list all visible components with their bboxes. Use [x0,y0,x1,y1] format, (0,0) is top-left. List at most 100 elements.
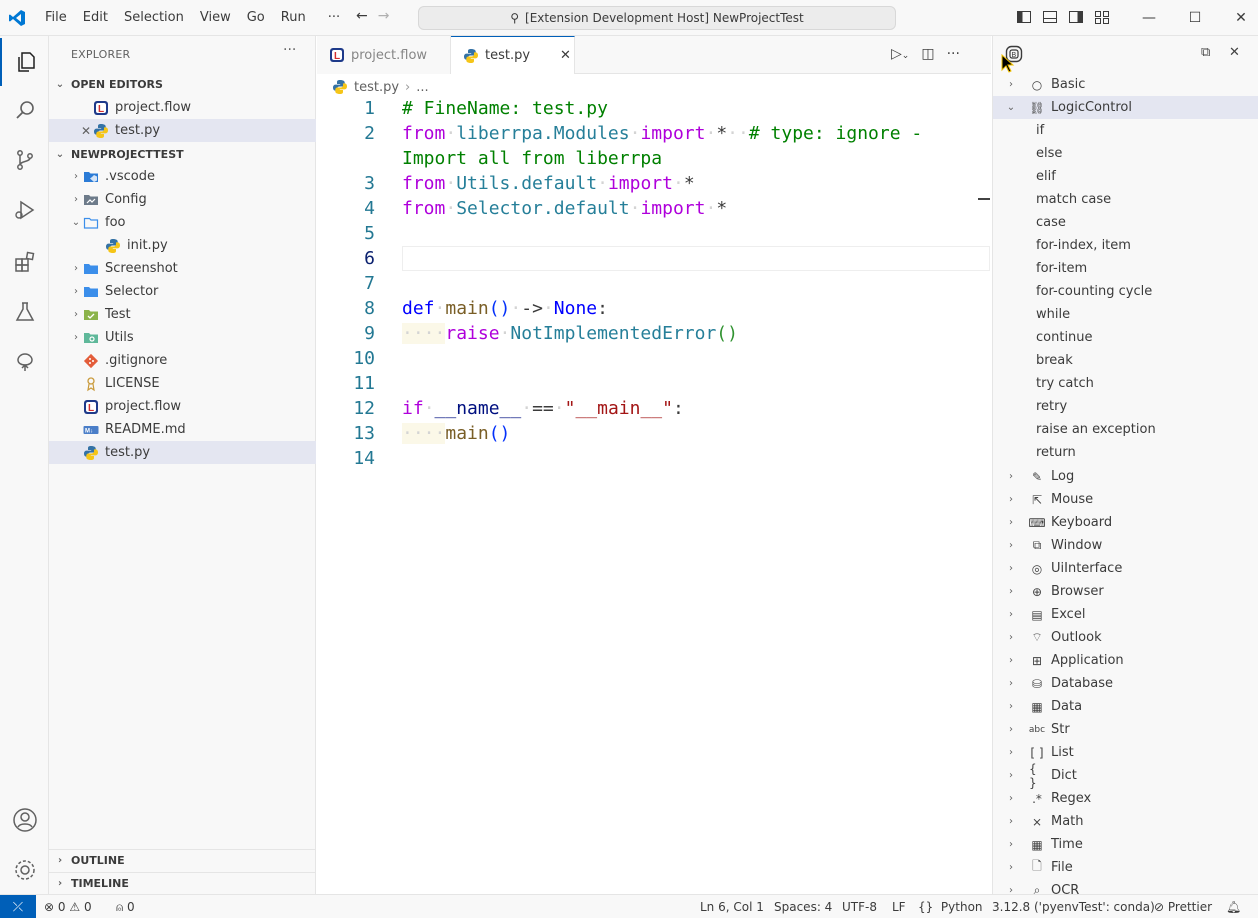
category-logiccontrol[interactable]: ⌄ ⛓ LogicControl [993,96,1258,119]
outline-header[interactable]: › OUTLINE [49,849,316,871]
toggle-secondary-sidebar-icon[interactable] [1068,9,1084,25]
encoding[interactable]: UTF-8 [842,895,877,918]
menu-selection[interactable]: Selection [116,0,192,36]
breadcrumb-symbol[interactable]: ... [416,80,428,95]
remote-indicator-icon[interactable]: ⤫ [0,895,36,918]
explorer-item[interactable]: › Screenshot [49,257,316,280]
restore-panel-icon[interactable]: ⧉ [1201,45,1210,60]
open-editor-item[interactable]: L project.flow [49,96,316,119]
logic-item[interactable]: for-counting cycle [993,280,1258,303]
menu-more[interactable]: ··· [320,0,348,36]
logic-item[interactable]: for-item [993,257,1258,280]
category-outlook[interactable]: › ⌔ Outlook [993,626,1258,649]
category-dict[interactable]: › { } Dict [993,762,1258,790]
logic-item[interactable]: retry [993,395,1258,418]
category-data[interactable]: › ▦ Data [993,695,1258,718]
category-regex[interactable]: › .* Regex [993,787,1258,810]
open-editor-item[interactable]: ✕ test.py [49,119,316,142]
explorer-item[interactable]: › Test [49,303,316,326]
manage-gear-icon[interactable] [0,846,49,894]
logic-item[interactable]: if [993,119,1258,142]
prettier-status[interactable]: ⊘ Prettier [1154,895,1212,918]
more-actions-icon[interactable]: ··· [283,42,296,58]
explorer-item[interactable]: test.py [49,441,316,464]
ports-indicator[interactable]: ⍝ 0 [116,895,135,918]
category-excel[interactable]: › ▤ Excel [993,603,1258,626]
logic-item[interactable]: elif [993,165,1258,188]
category-browser[interactable]: › ⊕ Browser [993,580,1258,603]
logic-item[interactable]: break [993,349,1258,372]
category-mouse[interactable]: › ⇱ Mouse [993,488,1258,511]
tab-test-py[interactable]: test.py ✕ [451,36,575,74]
editor-more-icon[interactable]: ··· [947,46,960,62]
menu-go[interactable]: Go [239,0,273,36]
category-time[interactable]: › ▦ Time [993,833,1258,856]
timeline-header[interactable]: › TIMELINE [49,872,316,894]
close-tab-icon[interactable]: ✕ [560,48,571,63]
explorer-item[interactable]: .gitignore [49,349,316,372]
project-header[interactable]: ⌄ NEWPROJECTTEST [49,143,316,165]
notifications-icon[interactable]: 🔔︎ [1226,895,1241,918]
logic-item[interactable]: match case [993,188,1258,211]
search-icon[interactable] [0,86,49,134]
logic-item[interactable]: while [993,303,1258,326]
tab-project-flow[interactable]: L project.flow [317,36,451,74]
explorer-icon[interactable] [0,38,49,86]
close-window-icon[interactable]: ✕ [1218,0,1258,36]
python-interpreter[interactable]: 3.12.8 ('pyenvTest': conda) [992,895,1155,918]
category-str[interactable]: › abc Str [993,718,1258,741]
minimize-icon[interactable]: — [1126,0,1172,36]
back-arrow-icon[interactable]: ← [356,8,368,24]
customize-layout-icon[interactable] [1094,9,1110,25]
run-debug-icon[interactable] [0,186,49,234]
run-python-icon[interactable]: ▷⌄ [891,46,909,62]
menu-view[interactable]: View [192,0,239,36]
logic-item[interactable]: return [993,441,1258,464]
logic-item[interactable]: continue [993,326,1258,349]
category-keyboard[interactable]: › ⌨ Keyboard [993,511,1258,534]
accounts-icon[interactable] [0,796,49,844]
explorer-item[interactable]: › Utils [49,326,316,349]
breadcrumb-file[interactable]: test.py [354,80,399,95]
language-mode[interactable]: {} Python [918,895,983,918]
explorer-item[interactable]: init.py [49,234,316,257]
category-file[interactable]: › 🗋︎ File [993,856,1258,879]
explorer-item[interactable]: › .vscode [49,165,316,188]
logic-item[interactable]: try catch [993,372,1258,395]
category-application[interactable]: › ⊞ Application [993,649,1258,672]
category-basic[interactable]: › ○ Basic [993,73,1258,96]
category-database[interactable]: › ⛁ Database [993,672,1258,695]
cursor-position[interactable]: Ln 6, Col 1 [700,895,764,918]
menu-file[interactable]: File [37,0,75,36]
category-window[interactable]: › ⧉ Window [993,534,1258,557]
forward-arrow-icon[interactable]: → [378,8,390,24]
menu-run[interactable]: Run [273,0,314,36]
explorer-item[interactable]: › Config [49,188,316,211]
toggle-panel-icon[interactable] [1042,9,1058,25]
logic-item[interactable]: case [993,211,1258,234]
testing-flask-icon[interactable] [0,288,49,336]
close-icon[interactable]: ✕ [79,124,93,138]
explorer-item[interactable]: Lproject.flow [49,395,316,418]
split-editor-icon[interactable]: ◫ [921,46,934,62]
maximize-icon[interactable]: ☐ [1172,0,1218,36]
toggle-primary-sidebar-icon[interactable] [1016,9,1032,25]
logic-item[interactable]: for-index, item [993,234,1258,257]
category-math[interactable]: › ⨯ Math [993,810,1258,833]
explorer-item[interactable]: ⌄ foo [49,211,316,234]
problems-indicator[interactable]: ⊗ 0 ⚠ 0 [44,895,92,918]
explorer-item[interactable]: M↓ README.md [49,418,316,441]
logic-item[interactable]: raise an exception [993,418,1258,441]
explorer-item[interactable]: › Selector [49,280,316,303]
tree-icon[interactable] [0,338,49,386]
open-editors-header[interactable]: ⌄ OPEN EDITORS [49,73,316,95]
logic-item[interactable]: else [993,142,1258,165]
indentation[interactable]: Spaces: 4 [774,895,832,918]
close-panel-icon[interactable]: ✕ [1229,45,1240,60]
category-log[interactable]: › ✎ Log [993,465,1258,488]
category-uiinterface[interactable]: › ◎ UiInterface [993,557,1258,580]
eol[interactable]: LF [892,895,906,918]
extensions-icon[interactable] [0,238,49,286]
menu-edit[interactable]: Edit [75,0,116,36]
command-center[interactable]: ⚲ [Extension Development Host] NewProjec… [418,6,896,30]
